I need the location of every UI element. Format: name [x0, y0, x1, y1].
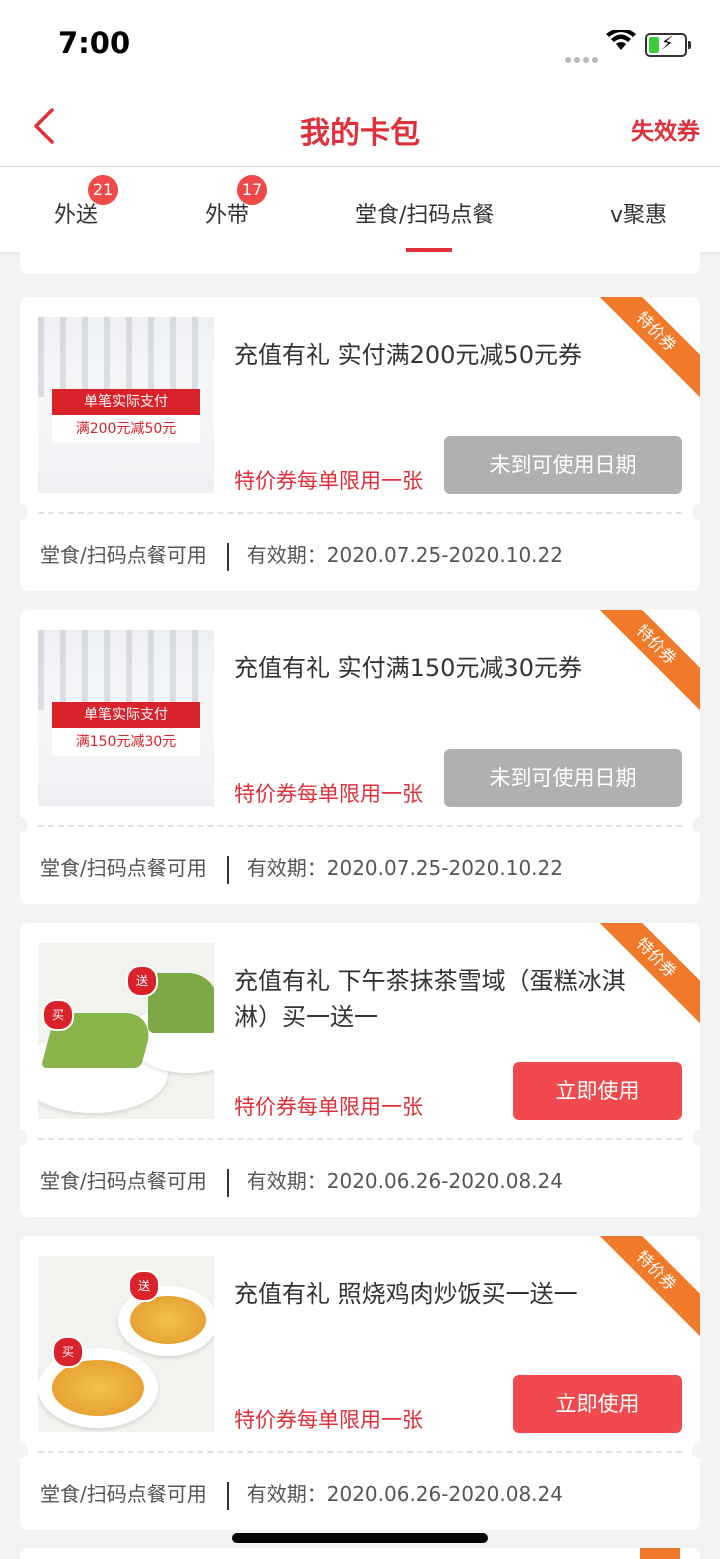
- tab-count-badge: 21: [88, 175, 118, 205]
- card-notch-left: [20, 1443, 28, 1459]
- dashed-divider: [38, 1451, 682, 1453]
- coupon-footer: 堂食/扫码点餐可用 有效期：2020.07.25-2020.10.22: [40, 539, 563, 571]
- coupon-card[interactable]: 单笔实际支付 满200元减50元 充值有礼 实付满200元减50元券 特价券每单…: [20, 297, 700, 591]
- coupon-scope: 堂食/扫码点餐可用: [40, 543, 207, 567]
- free-badge: 送: [126, 965, 158, 997]
- coupon-image: 单笔实际支付 满200元减50元: [38, 317, 214, 493]
- coupon-footer: 堂食/扫码点餐可用 有效期：2020.06.26-2020.08.24: [40, 1478, 563, 1510]
- tab-v-deals[interactable]: v聚惠: [610, 197, 667, 229]
- thumb-caption-top: 单笔实际支付: [52, 389, 200, 415]
- use-now-button[interactable]: 立即使用: [513, 1062, 682, 1120]
- coupon-scope: 堂食/扫码点餐可用: [40, 1169, 207, 1193]
- tab-delivery[interactable]: 外送 21: [54, 175, 118, 229]
- status-bar: 7:00 ⚡: [0, 0, 720, 88]
- dashed-divider: [38, 512, 682, 514]
- previous-card-edge: [20, 252, 700, 274]
- thumb-caption-bottom: 满200元减50元: [52, 415, 200, 443]
- buy-badge: 买: [52, 1336, 84, 1368]
- tab-dine-in-scan[interactable]: 堂食/扫码点餐: [355, 197, 494, 229]
- tab-takeaway[interactable]: 外带 17: [205, 175, 267, 229]
- card-notch-left: [20, 817, 28, 833]
- free-badge: 送: [128, 1270, 160, 1302]
- coupon-name: 充值有礼 照烧鸡肉炒饭买一送一: [234, 1280, 578, 1308]
- coupon-image-teriyaki-rice: 买 送: [38, 1256, 214, 1432]
- coupon-validity: 有效期：2020.06.26-2020.08.24: [246, 1482, 563, 1506]
- footer-separator: [226, 1481, 229, 1510]
- expired-coupons-link[interactable]: 失效券: [631, 112, 700, 146]
- card-notch-left: [20, 1130, 28, 1146]
- coupon-card[interactable]: 单笔实际支付 满150元减30元 充值有礼 实付满150元减30元券 特价券每单…: [20, 610, 700, 904]
- status-time: 7:00: [58, 26, 131, 60]
- use-now-button[interactable]: 立即使用: [513, 1375, 682, 1433]
- dashed-divider: [38, 1138, 682, 1140]
- tab-label: v聚惠: [610, 203, 668, 228]
- next-card-edge: [20, 1548, 700, 1559]
- coupon-limit-note: 特价券每单限用一张: [234, 1408, 423, 1432]
- tab-label: 堂食/扫码点餐: [355, 203, 495, 228]
- footer-separator: [226, 542, 229, 571]
- tab-count-badge: 17: [237, 175, 267, 205]
- coupon-image-matcha-cake: 买 送: [38, 943, 214, 1119]
- card-notch-left: [20, 504, 28, 520]
- coupon-category-tabs: 外送 21 外带 17 堂食/扫码点餐 v聚惠: [0, 167, 720, 252]
- card-notch-right: [692, 504, 700, 520]
- coupon-footer: 堂食/扫码点餐可用 有效期：2020.07.25-2020.10.22: [40, 852, 563, 884]
- coupon-card[interactable]: 买 送 充值有礼 照烧鸡肉炒饭买一送一 特价券每单限用一张 立即使用 堂食/扫码…: [20, 1236, 700, 1530]
- coupon-scope: 堂食/扫码点餐可用: [40, 1482, 207, 1506]
- card-notch-right: [692, 1130, 700, 1146]
- tab-label: 外带: [205, 203, 250, 228]
- wifi-icon: [606, 30, 636, 50]
- buy-badge: 买: [42, 999, 74, 1031]
- card-notch-right: [692, 1443, 700, 1459]
- dashed-divider: [38, 825, 682, 827]
- not-yet-valid-button[interactable]: 未到可使用日期: [444, 436, 682, 494]
- page-title: 我的卡包: [300, 116, 420, 151]
- coupon-validity: 有效期：2020.07.25-2020.10.22: [246, 543, 563, 567]
- coupon-limit-note: 特价券每单限用一张: [234, 1095, 423, 1119]
- tab-label: 外送: [54, 203, 99, 228]
- coupon-scope: 堂食/扫码点餐可用: [40, 856, 207, 880]
- navigation-bar: 我的卡包 失效券: [0, 88, 720, 167]
- home-indicator[interactable]: [232, 1533, 488, 1543]
- coupon-validity: 有效期：2020.07.25-2020.10.22: [246, 856, 563, 880]
- coupon-limit-note: 特价券每单限用一张: [234, 782, 423, 806]
- coupon-limit-note: 特价券每单限用一张: [234, 469, 423, 493]
- coupon-name: 充值有礼 实付满150元减30元券: [234, 654, 582, 682]
- cellular-signal-icon: [565, 48, 601, 67]
- coupon-name: 充值有礼 下午茶抹茶雪域（蛋糕冰淇淋）买一送一: [234, 967, 626, 1031]
- coupon-card[interactable]: 买 送 充值有礼 下午茶抹茶雪域（蛋糕冰淇淋）买一送一 特价券每单限用一张 立即…: [20, 923, 700, 1217]
- coupon-name: 充值有礼 实付满200元减50元券: [234, 341, 582, 369]
- thumb-caption-bottom: 满150元减30元: [52, 728, 200, 756]
- coupon-footer: 堂食/扫码点餐可用 有效期：2020.06.26-2020.08.24: [40, 1165, 563, 1197]
- coupon-image: 单笔实际支付 满150元减30元: [38, 630, 214, 806]
- not-yet-valid-button[interactable]: 未到可使用日期: [444, 749, 682, 807]
- battery-icon: ⚡: [645, 33, 691, 57]
- footer-separator: [226, 855, 229, 884]
- footer-separator: [226, 1168, 229, 1197]
- card-notch-right: [692, 817, 700, 833]
- thumb-caption-top: 单笔实际支付: [52, 702, 200, 728]
- coupon-validity: 有效期：2020.06.26-2020.08.24: [246, 1169, 563, 1193]
